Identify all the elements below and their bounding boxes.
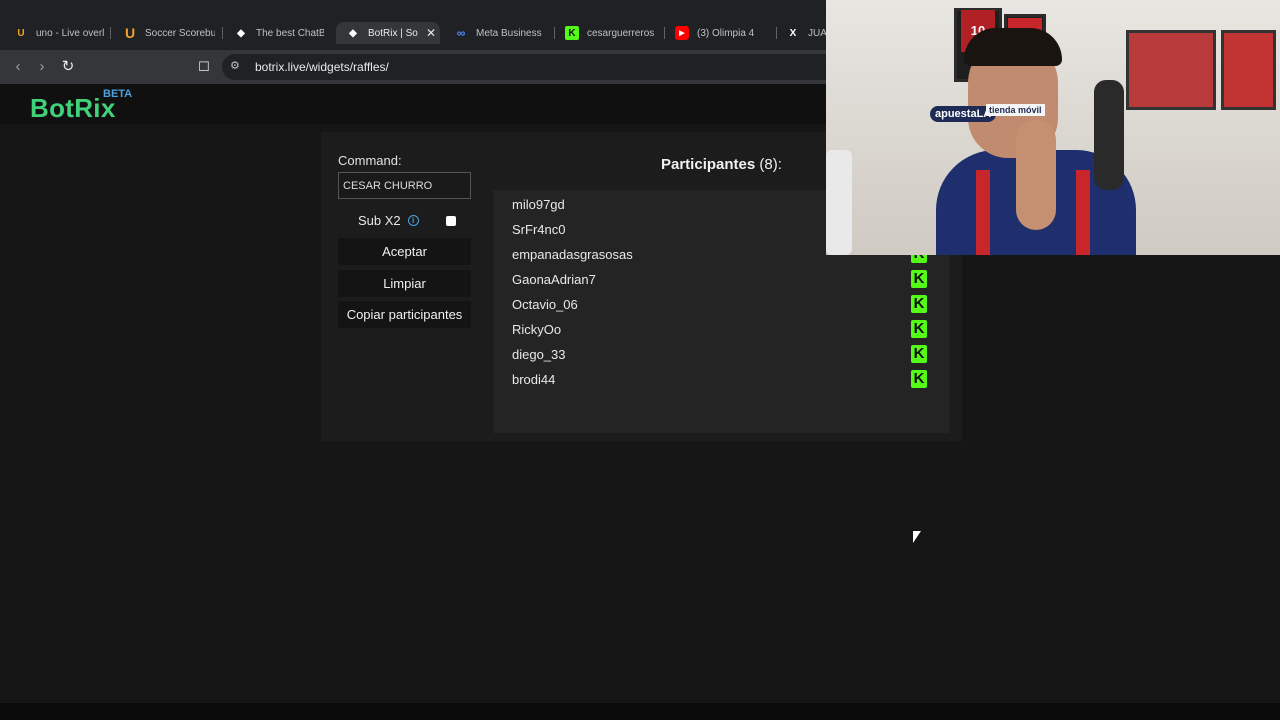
jersey-stripe [976,170,990,255]
kick-icon: K [911,320,927,338]
microphone [1094,80,1124,190]
address-bar[interactable]: ⚙ botrix.live/widgets/raffles/ [222,54,862,80]
command-input[interactable] [338,172,471,199]
accept-button[interactable]: Aceptar [338,238,471,265]
poster-frame [1126,30,1216,110]
reload-icon[interactable]: ↻ [59,58,77,76]
list-item[interactable]: diego_33 K [512,342,932,367]
tab-title: (3) Olimpia 4 [697,27,755,39]
info-icon[interactable]: i [407,215,419,226]
beta-badge: BETA [103,88,133,100]
list-item[interactable]: Octavio_06 K [512,292,932,317]
participant-name: milo97gd [512,197,565,212]
tab-title: BotRix | So [368,27,418,39]
forward-icon[interactable]: › [33,58,51,76]
webcam-overlay: 10 14 apuestaLA tienda móvil [826,0,1280,255]
tab-title: The best ChatB [256,27,324,39]
tab-title: Meta Business [476,27,542,39]
screen: { "browser": { "tabs": [ {"title": "uno … [0,0,1280,720]
site-settings-icon[interactable]: ⚙ [230,59,240,72]
tab-title: uno - Live overl [36,27,104,39]
kick-icon: K [911,295,927,313]
tab-x[interactable]: X JUAN [786,22,826,44]
tab-soccer-scoreboard[interactable]: U Soccer Scorebu [123,22,215,44]
water-bottle [826,150,852,255]
x-icon: X [789,27,797,39]
sponsor-logo-secondary: tienda móvil [986,104,1045,116]
u-logo-icon: U [124,25,136,41]
list-item[interactable]: brodi44 K [512,367,932,392]
tab-uno[interactable]: U uno - Live overl [14,22,104,44]
list-item[interactable]: RickyOo K [512,317,932,342]
streamer-hands [1016,120,1056,230]
participant-name: empanadasgrasosas [512,247,633,262]
sub-x2-row: Sub X2 i [358,213,419,228]
participant-name: brodi44 [512,372,556,387]
participant-name: Octavio_06 [512,297,578,312]
uno-icon: U [17,27,25,39]
kick-icon: K [911,370,927,388]
kick-icon: K [565,26,579,40]
bottom-bar [0,703,1280,720]
tab-separator [664,27,665,39]
youtube-icon: ▶ [675,26,689,40]
participants-title: Participantes (8): [661,156,782,173]
diamond-icon: ◆ [349,27,357,39]
meta-icon: ∞ [456,26,466,40]
command-label: Command: [338,153,402,168]
tab-kick[interactable]: K cesarguerreros [565,22,655,44]
copy-participants-button[interactable]: Copiar participantes [338,301,471,328]
back-icon[interactable]: ‹ [9,58,27,76]
tab-separator [776,27,777,39]
kick-icon: K [911,345,927,363]
tab-separator [222,27,223,39]
tab-title: cesarguerreros [587,27,655,39]
participants-count: (8): [759,156,782,173]
bookmark-icon[interactable]: ☐ [195,58,213,76]
participant-name: RickyOo [512,322,562,337]
tab-chatbot[interactable]: ◆ The best ChatB [234,22,324,44]
mouse-cursor-icon [913,531,921,543]
participant-name: GaonaAdrian7 [512,272,596,287]
sub-x2-label: Sub X2 [358,213,401,228]
tab-separator [110,27,111,39]
tab-title: Soccer Scorebu [145,27,215,39]
kick-icon: K [911,270,927,288]
tab-separator [554,27,555,39]
tab-botrix[interactable]: ◆ BotRix | So ✕ [336,22,440,44]
participant-name: SrFr4nc0 [512,222,566,237]
clear-button[interactable]: Limpiar [338,270,471,297]
tab-meta-business[interactable]: ∞ Meta Business [454,22,546,44]
jersey-stripe [1076,170,1090,255]
tab-title: JUAN [808,27,826,39]
list-item[interactable]: GaonaAdrian7 K [512,267,932,292]
url-text: botrix.live/widgets/raffles/ [255,60,389,74]
tab-youtube[interactable]: ▶ (3) Olimpia 4 [675,22,770,44]
sub-x2-checkbox[interactable] [446,216,456,226]
poster-frame [1221,30,1276,110]
streamer-hair [964,28,1062,66]
participants-label: Participantes [661,156,756,173]
participant-name: diego_33 [512,347,566,362]
close-icon[interactable]: ✕ [426,26,436,40]
diamond-icon: ◆ [237,27,245,39]
